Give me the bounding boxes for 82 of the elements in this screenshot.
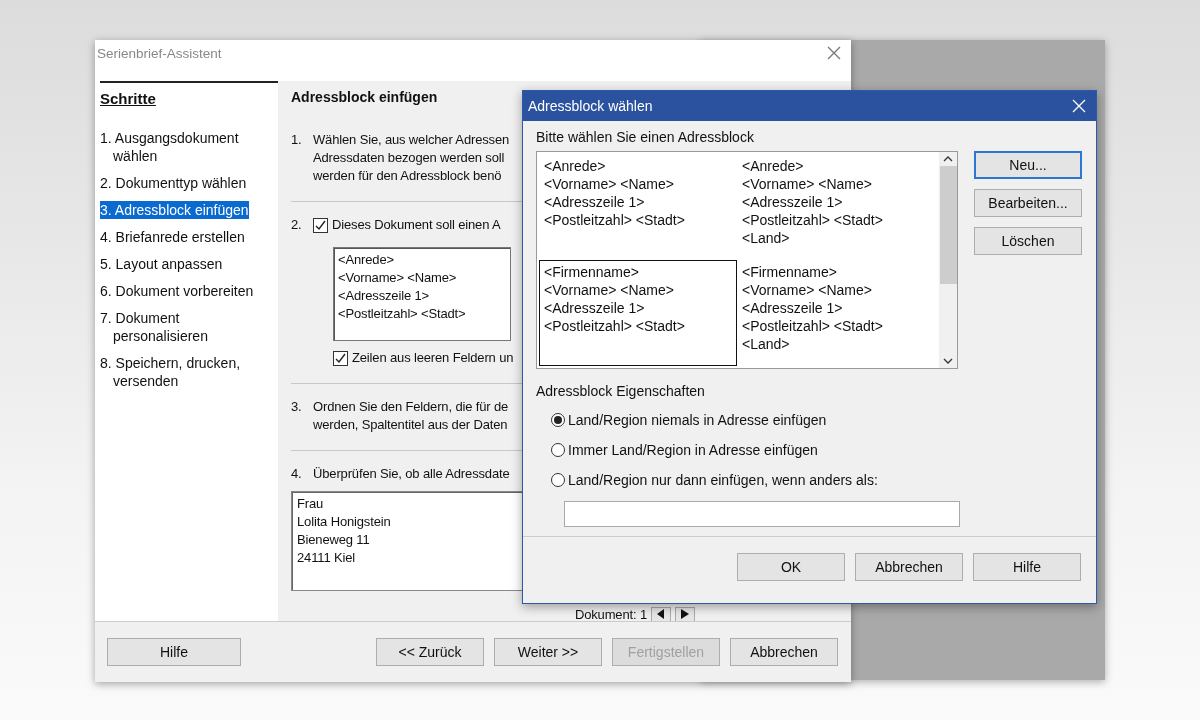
step-number: 1. <box>291 131 303 149</box>
preview-line: <Postleitzahl> <Stadt> <box>338 305 467 323</box>
address-block[interactable]: <Firmenname> <Vorname> <Name> <Adresszeile 1> <Postleitzahl> <Stadt> <Land> <box>737 260 935 366</box>
checkbox[interactable] <box>313 217 328 233</box>
radio-label[interactable]: Immer Land/Region in Adresse einfügen <box>568 442 818 458</box>
radio-label[interactable]: Land/Region niemals in Adresse einfügen <box>568 412 827 428</box>
dialog-button[interactable]: Löschen <box>974 227 1082 255</box>
step-number: 2. <box>291 216 303 234</box>
block-line: <Adresszeile 1> <box>544 193 646 211</box>
country-input-field[interactable] <box>564 501 960 527</box>
radio-button[interactable] <box>551 413 565 427</box>
prompt-label: Bitte wählen Sie einen Adressblock <box>536 129 755 145</box>
instruction-text: Wählen Sie, aus welcher Adressen Adressdaten bezogen werden soll werden für den Adressblock benö <box>313 131 510 185</box>
left-triangle-icon <box>657 609 665 619</box>
dialog-button[interactable]: Neu... <box>974 151 1082 179</box>
dialog-button[interactable]: Hilfe <box>973 553 1081 581</box>
block-line: <Anrede> <box>544 157 607 175</box>
block-line: <Adresszeile 1> <box>544 299 646 317</box>
window-title: Serienbrief-Assistent <box>97 46 222 61</box>
preview-line: Frau <box>297 495 325 513</box>
block-line: <Vorname> <Name> <box>544 281 675 299</box>
block-line: <Vorname> <Name> <box>742 175 873 193</box>
wizard-button[interactable]: Abbrechen <box>730 638 838 666</box>
step-item[interactable]: 6. Dokument vorbereiten <box>100 282 254 300</box>
checkbox-label[interactable]: Dieses Dokument soll einen A <box>332 216 501 234</box>
step-number: 3. <box>291 398 303 416</box>
block-line: <Postleitzahl> <Stadt> <box>742 211 884 229</box>
preview-line: <Anrede> <box>338 251 395 269</box>
radio-button[interactable] <box>551 443 565 457</box>
scrollbar[interactable] <box>939 152 957 368</box>
right-triangle-icon <box>681 609 689 619</box>
preview-line: 24111 Kiel <box>297 549 356 567</box>
block-line: <Adresszeile 1> <box>742 299 844 317</box>
dialog-button[interactable]: Abbrechen <box>855 553 963 581</box>
block-line: <Postleitzahl> <Stadt> <box>544 211 686 229</box>
step-item[interactable]: 2. Dokumenttyp wählen <box>100 174 247 192</box>
instruction-text: Überprüfen Sie, ob alle Adressdate <box>313 465 510 483</box>
radio-button[interactable] <box>551 473 565 487</box>
radio-label[interactable]: Land/Region nur dann einfügen, wenn anders als: <box>568 472 878 488</box>
dialog-button[interactable]: OK <box>737 553 845 581</box>
step-item[interactable]: 3. Adressblock einfügen <box>100 201 249 219</box>
wizard-button[interactable]: << Zurück <box>376 638 484 666</box>
down-chevron-icon[interactable] <box>943 358 953 364</box>
block-line: <Firmenname> <box>544 263 640 281</box>
step-item[interactable]: 8. Speichern, drucken, versenden <box>100 354 273 390</box>
address-block[interactable]: <Firmenname> <Vorname> <Name> <Adresszeile 1> <Postleitzahl> <Stadt> <box>539 260 737 366</box>
preview-line: Bieneweg 11 <box>297 531 371 549</box>
block-line: <Vorname> <Name> <box>742 281 873 299</box>
up-chevron-icon[interactable] <box>943 156 953 162</box>
checkmark-icon <box>335 352 346 364</box>
address-block[interactable]: <Anrede> <Vorname> <Name> <Adresszeile 1> <Postleitzahl> <Stadt> <box>539 154 737 260</box>
instruction-text: Ordnen Sie den Feldern, die für de werden, Spaltentitel aus der Daten <box>313 398 509 434</box>
block-line: <Postleitzahl> <Stadt> <box>544 317 686 335</box>
close-icon[interactable] <box>827 46 841 60</box>
help-button[interactable]: Hilfe <box>107 638 241 666</box>
block-line: <Vorname> <Name> <box>544 175 675 193</box>
wizard-button[interactable]: Weiter >> <box>494 638 602 666</box>
preview-line: <Vorname> <Name> <box>338 269 458 287</box>
preview-line: <Adresszeile 1> <box>338 287 430 305</box>
next-button[interactable] <box>675 606 695 622</box>
block-line: <Anrede> <box>742 157 805 175</box>
block-line: <Firmenname> <box>742 263 838 281</box>
previous-button[interactable] <box>651 606 671 622</box>
checkbox-label[interactable]: Zeilen aus leeren Feldern un <box>352 349 514 367</box>
block-line: <Adresszeile 1> <box>742 193 844 211</box>
dialog-button[interactable]: Bearbeiten... <box>974 189 1082 217</box>
step-item[interactable]: 4. Briefanrede erstellen <box>100 228 245 246</box>
preview-line: Lolita Honigstein <box>297 513 392 531</box>
block-line: <Land> <box>742 229 791 247</box>
step-item[interactable]: 7. Dokument personalisieren <box>100 309 273 345</box>
section-label: Adressblock Eigenschaften <box>536 383 706 399</box>
address-block[interactable]: <Anrede> <Vorname> <Name> <Adresszeile 1> <Postleitzahl> <Stadt> <Land> <box>737 154 935 260</box>
step-item[interactable]: 5. Layout anpassen <box>100 255 223 273</box>
checkmark-icon <box>315 219 326 231</box>
scrollbar-thumb[interactable] <box>939 166 957 284</box>
block-line: <Land> <box>742 335 791 353</box>
checkbox[interactable] <box>333 350 348 366</box>
dialog-title: Adressblock wählen <box>528 98 653 114</box>
step-item[interactable]: 1. Ausgangsdokument wählen <box>100 129 273 165</box>
block-line: <Postleitzahl> <Stadt> <box>742 317 884 335</box>
document-label: Dokument: 1 <box>574 606 647 622</box>
page-title: Adressblock einfügen <box>291 89 438 105</box>
